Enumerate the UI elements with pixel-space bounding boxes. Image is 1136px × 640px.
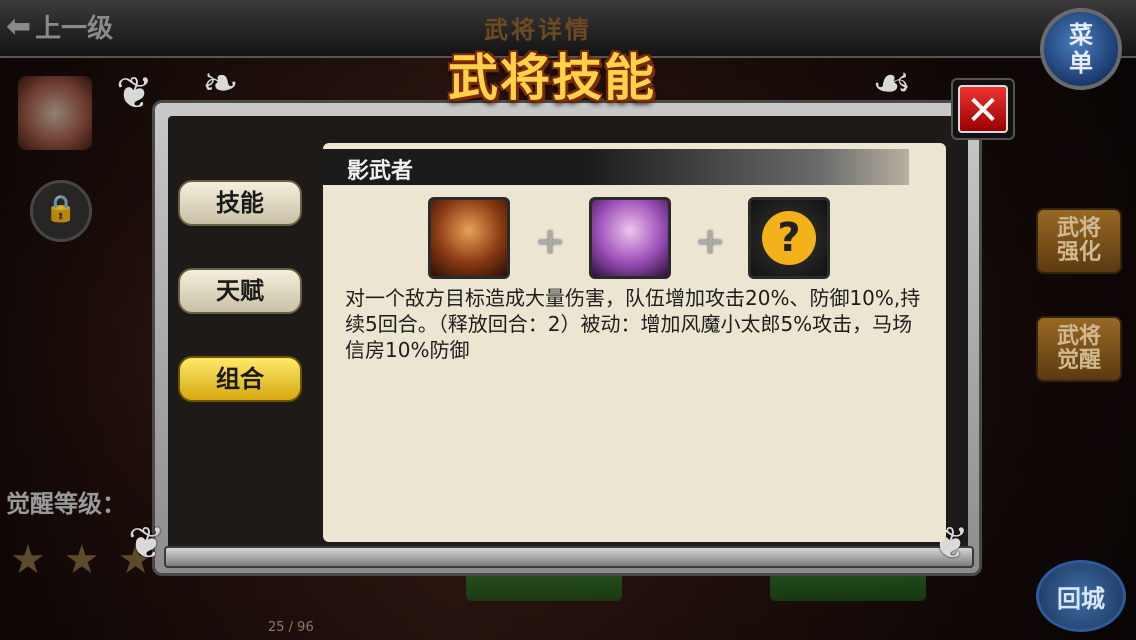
menu-button[interactable]: 菜 单	[1040, 8, 1122, 90]
return-city-button[interactable]: 回城	[1036, 560, 1126, 632]
corner-ornament-icon: ❦	[128, 518, 165, 569]
combo-panel: 影武者 + + ? 对一个敌方目标造成大量伤害，队伍增加攻击20%、防御10%,…	[323, 143, 946, 542]
plus-icon: +	[535, 221, 566, 262]
menu-label-2: 单	[1069, 49, 1093, 77]
lock-icon[interactable]: 🔒	[30, 180, 92, 242]
combo-description: 对一个敌方目标造成大量伤害，队伍增加攻击20%、防御10%,持续5回合。（释放回…	[345, 286, 921, 362]
close-button[interactable]: ✕	[951, 78, 1015, 140]
general-portrait-1[interactable]	[428, 197, 510, 279]
general-portrait-2[interactable]	[589, 197, 671, 279]
awaken-label-2: 觉醒	[1056, 348, 1101, 373]
unknown-general-portrait[interactable]: ?	[748, 197, 830, 279]
plus-icon: +	[695, 221, 726, 262]
back-arrow-icon: ⬅	[6, 9, 32, 44]
awaken-level-label: 觉醒等级：	[6, 490, 126, 518]
menu-label-1: 菜	[1069, 21, 1093, 49]
swirl-ornament-icon: ☙	[872, 58, 912, 109]
enhance-label-1: 武将	[1056, 216, 1101, 241]
combo-name: 影武者	[347, 159, 414, 184]
awaken-label-1: 武将	[1056, 324, 1101, 349]
dialog-frame-bottom	[164, 546, 974, 568]
star-icon: ★	[63, 537, 100, 583]
page-counter: 25 / 96	[268, 620, 314, 635]
general-avatar[interactable]	[18, 76, 92, 150]
tab-talent[interactable]: 天赋	[178, 268, 302, 314]
awaken-general-button[interactable]: 武将 觉醒	[1036, 316, 1122, 382]
back-label: 上一级	[35, 14, 114, 44]
enhance-general-button[interactable]: 武将 强化	[1036, 208, 1122, 274]
tab-skill[interactable]: 技能	[178, 180, 302, 226]
question-head-icon: ?	[762, 211, 816, 265]
star-icon: ★	[10, 537, 46, 583]
dialog-title: 武将技能	[448, 49, 656, 107]
close-icon: ✕	[958, 85, 1008, 134]
tab-combo[interactable]: 组合	[178, 356, 302, 402]
corner-ornament-icon: ❦	[116, 68, 153, 119]
swirl-ornament-icon: ❧	[202, 58, 239, 109]
back-button[interactable]: ⬅ 上一级	[6, 8, 113, 45]
enhance-label-2: 强化	[1056, 240, 1101, 265]
